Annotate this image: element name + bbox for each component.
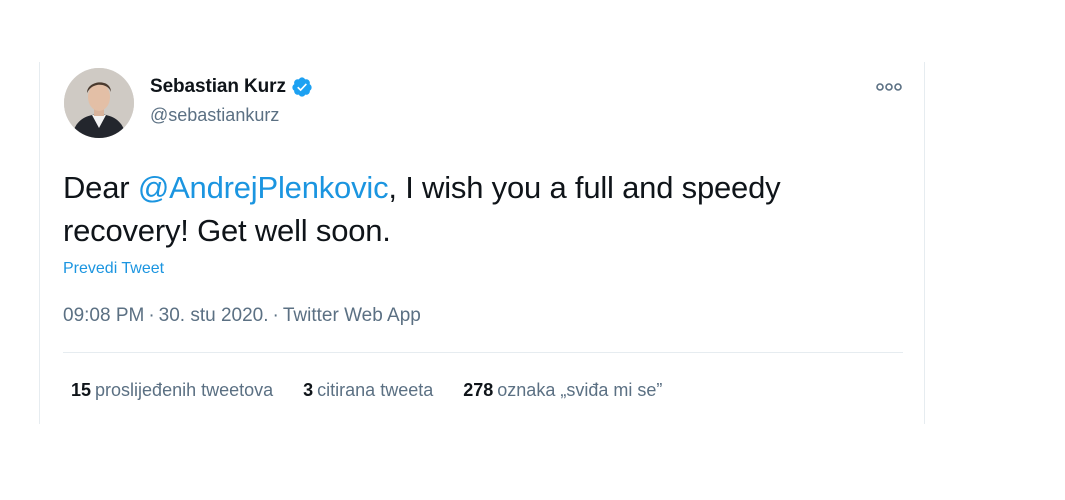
translate-tweet-link[interactable]: Prevedi Tweet <box>63 260 164 278</box>
display-name[interactable]: Sebastian Kurz <box>150 76 286 98</box>
likes-stat[interactable]: 278 oznaka „sviđa mi se” <box>463 380 662 401</box>
author-handle[interactable]: @sebastiankurz <box>150 105 279 126</box>
quote-tweets-stat[interactable]: 3 citirana tweeta <box>303 380 433 401</box>
tweet-card: Sebastian Kurz @sebastiankurz Dear @Andr… <box>39 62 925 424</box>
retweets-count: 15 <box>71 380 92 400</box>
tweet-stats: 15 proslijeđenih tweetova 3 citirana tweet… <box>71 380 692 401</box>
tweet-date[interactable]: 30. stu 2020. <box>159 305 269 326</box>
tweet-text: Dear @AndrejPlenkovic, I wish you a full… <box>63 166 903 252</box>
retweets-label: proslijeđenih tweetova <box>95 380 274 400</box>
meta-separator: · <box>272 305 279 326</box>
tweet-metadata: 09:08 PM · 30. stu 2020. · Twitter Web App <box>63 305 421 327</box>
tweet-text-start: Dear <box>63 170 138 205</box>
quote-tweets-label: citirana tweeta <box>317 380 434 400</box>
tweet-source[interactable]: Twitter Web App <box>283 305 421 326</box>
retweets-stat[interactable]: 15 proslijeđenih tweetova <box>71 380 273 401</box>
quote-tweets-count: 3 <box>303 380 314 400</box>
tweet-time[interactable]: 09:08 PM <box>63 305 144 326</box>
avatar-image <box>64 68 134 138</box>
divider <box>63 352 903 353</box>
author-name-row[interactable]: Sebastian Kurz <box>150 75 313 99</box>
likes-count: 278 <box>463 380 494 400</box>
mention-link[interactable]: @AndrejPlenkovic <box>138 170 389 205</box>
avatar[interactable] <box>64 68 134 138</box>
verified-badge-icon <box>291 76 313 98</box>
more-options-icon[interactable] <box>876 80 902 92</box>
likes-label: oznaka „sviđa mi se” <box>497 380 663 400</box>
meta-separator: · <box>148 305 155 326</box>
